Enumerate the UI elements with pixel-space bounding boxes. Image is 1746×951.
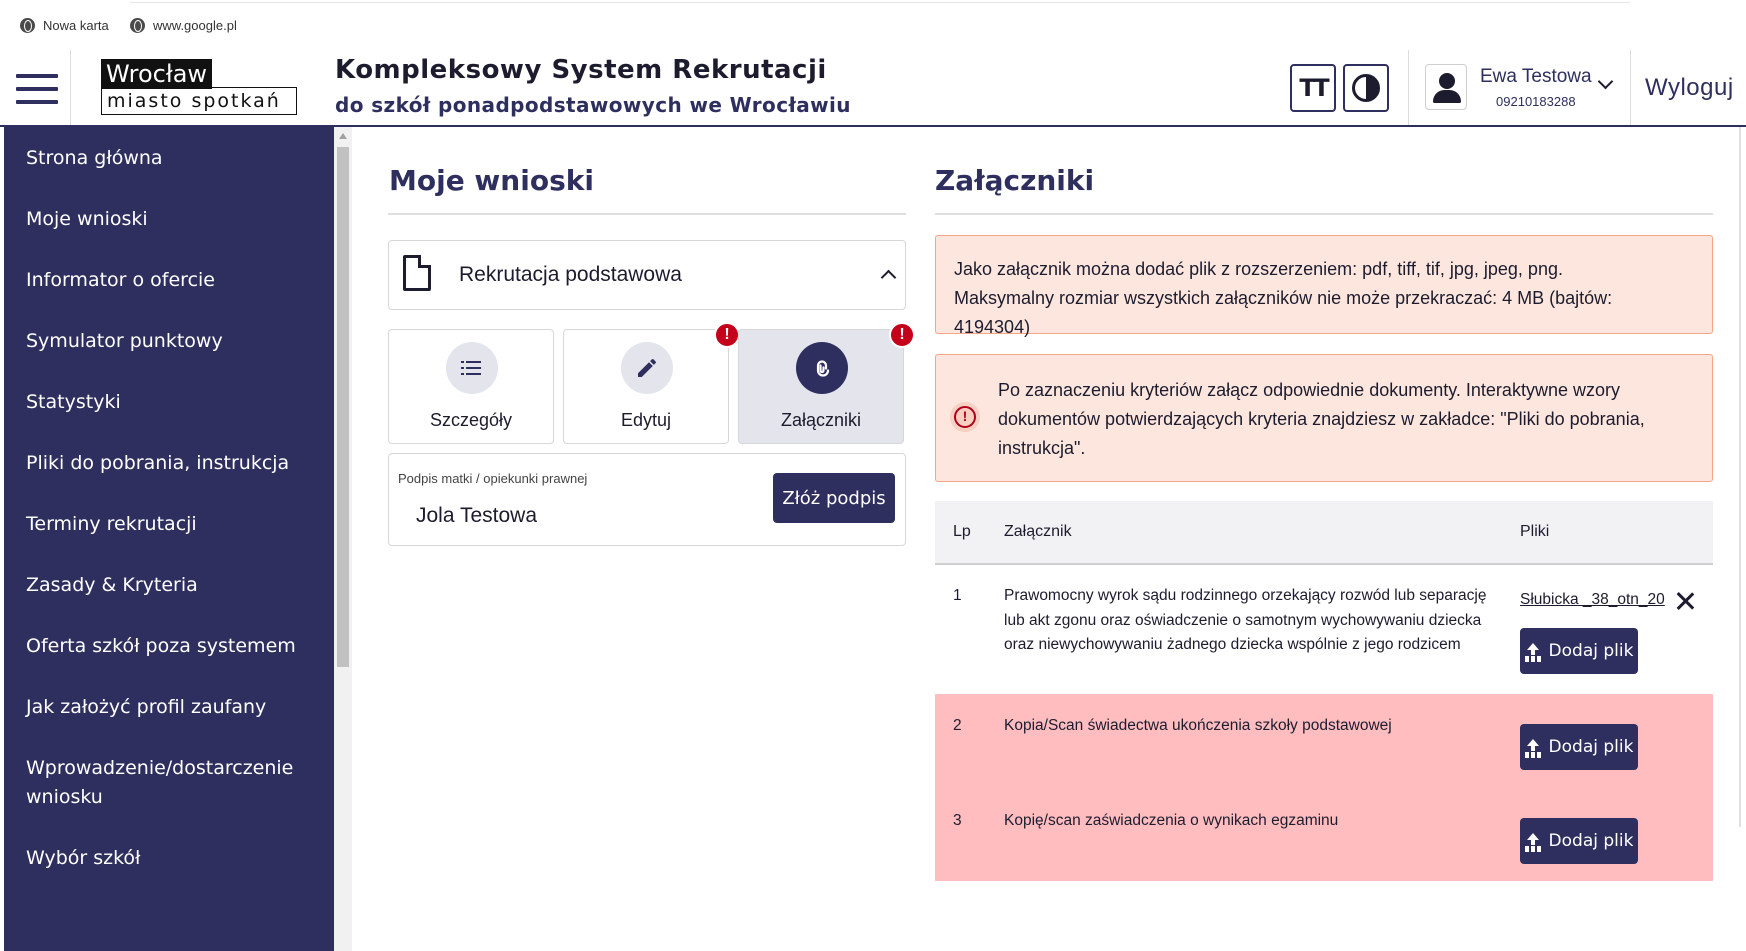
font-size-button[interactable]: TT <box>1290 64 1336 112</box>
upload-icon <box>1525 739 1541 755</box>
row-attachment-name: Kopię/scan zaświadczenia o wynikach egza… <box>1004 812 1339 829</box>
sidebar-item-downloads[interactable]: Pliki do pobrania, instrukcja <box>26 449 316 478</box>
app-subtitle: do szkół ponadpodstawowych we Wrocławiu <box>335 93 851 117</box>
row-attachment-name: Kopia/Scan świadectwa ukończenia szkoły … <box>1004 717 1392 734</box>
warning-notice: ! Po zaznaczeniu kryteriów załącz odpowi… <box>935 354 1713 482</box>
page-scroll-edge <box>1739 127 1741 827</box>
pencil-icon <box>638 358 656 377</box>
user-name: Ewa Testowa <box>1480 66 1592 87</box>
sidebar-item-trusted-profile[interactable]: Jak założyć profil zaufany <box>26 693 316 722</box>
bookmark-new-tab[interactable]: Nowa karta <box>20 18 109 33</box>
column-files: Pliki <box>1520 523 1550 540</box>
avatar[interactable] <box>1425 64 1467 110</box>
sidebar-item-my-applications[interactable]: Moje wnioski <box>26 205 316 234</box>
bookmark-google[interactable]: www.google.pl <box>130 18 237 33</box>
user-icon <box>1439 73 1455 89</box>
sidebar-item-rules[interactable]: Zasady & Kryteria <box>26 571 316 600</box>
globe-icon <box>130 18 145 33</box>
font-size-icon: TT <box>1299 74 1329 102</box>
tile-label: Załączniki <box>780 410 862 430</box>
logo-text-primary: Wrocław <box>101 59 213 89</box>
column-attachment: Załącznik <box>1004 523 1072 540</box>
row-lp: 2 <box>953 717 962 734</box>
edit-tile[interactable]: Edytuj ! <box>563 322 740 444</box>
close-icon[interactable] <box>1674 590 1696 612</box>
user-number: 09210183288 <box>1496 94 1576 109</box>
sidebar-nav: Strona główna Moje wnioski Informator o … <box>4 127 334 951</box>
bookmark-label: Nowa karta <box>43 18 109 33</box>
table-row: 2 Kopia/Scan świadectwa ukończenia szkoł… <box>935 694 1713 788</box>
table-row: 3 Kopię/scan zaświadczenia o wynikach eg… <box>935 788 1713 881</box>
scroll-up-icon[interactable] <box>339 133 347 139</box>
header-divider <box>70 50 71 125</box>
app-title: Kompleksowy System Rekrutacji <box>335 55 827 85</box>
app-title-block: Kompleksowy System Rekrutacji do szkół p… <box>335 55 851 117</box>
signature-value: Jola Testowa <box>416 504 538 527</box>
row-attachment-name: Prawomocny wyrok sądu rodzinnego orzekaj… <box>1004 587 1487 653</box>
logo-text-secondary: miasto spotkań <box>101 87 297 115</box>
sidebar-item-statistics[interactable]: Statystyki <box>26 388 316 417</box>
app-header: Wrocław miasto spotkań Kompleksowy Syste… <box>0 50 1746 127</box>
bookmark-label: www.google.pl <box>153 18 237 33</box>
chevron-down-icon[interactable] <box>1597 73 1614 90</box>
accordion-label: Rekrutacja podstawowa <box>459 263 682 286</box>
sidebar-item-schedule[interactable]: Terminy rekrutacji <box>26 510 316 539</box>
sidebar-item-school-choice[interactable]: Wybór szkół <box>26 844 316 873</box>
info-notice: Jako załącznik można dodać plik z rozsze… <box>935 235 1713 337</box>
add-file-button[interactable]: Dodaj plik <box>1520 818 1638 864</box>
menu-icon[interactable] <box>16 72 58 106</box>
browser-divider <box>130 2 1630 3</box>
paperclip-icon <box>816 360 830 377</box>
details-tile[interactable]: Szczegóły <box>388 329 554 444</box>
tile-label: Szczegóły <box>429 410 513 430</box>
globe-icon <box>20 18 35 33</box>
section-divider <box>388 213 906 215</box>
row-lp: 3 <box>953 812 962 829</box>
applications-title: Moje wnioski <box>389 164 594 197</box>
header-divider <box>1408 50 1409 125</box>
sidebar-item-submission[interactable]: Wprowadzenie/dostarczenie wniosku <box>26 754 316 812</box>
logout-button[interactable]: Wyloguj <box>1645 74 1734 102</box>
attachments-title: Załączniki <box>935 164 1095 197</box>
contrast-button[interactable] <box>1343 64 1389 112</box>
row-lp: 1 <box>953 587 962 604</box>
signature-box: Podpis matki / opiekunki prawnej Jola Te… <box>388 453 906 546</box>
chevron-up-icon <box>880 269 897 286</box>
section-divider <box>935 213 1713 215</box>
application-accordion[interactable]: Rekrutacja podstawowa <box>388 240 906 310</box>
sign-button[interactable]: Złóż podpis <box>773 473 895 523</box>
attachments-table-header: Lp Załącznik Pliki <box>935 501 1713 565</box>
sidebar-item-offer-info[interactable]: Informator o ofercie <box>26 266 316 295</box>
file-link[interactable]: Słubicka _38_otn_20 <box>1520 588 1665 613</box>
attachments-tile[interactable]: Załączniki ! <box>738 322 915 444</box>
upload-icon <box>1525 643 1541 659</box>
add-file-button[interactable]: Dodaj plik <box>1520 628 1638 674</box>
browser-bookmarks-bar: Nowa karta www.google.pl <box>0 0 1746 50</box>
signature-label: Podpis matki / opiekunki prawnej <box>398 471 588 486</box>
sidebar-item-home[interactable]: Strona główna <box>26 144 316 173</box>
header-divider <box>1630 50 1631 125</box>
contrast-icon <box>1352 74 1380 102</box>
add-file-button[interactable]: Dodaj plik <box>1520 724 1638 770</box>
alert-badge-icon: ! <box>889 322 915 348</box>
warning-text: Po zaznaczeniu kryteriów załącz odpowied… <box>998 380 1645 458</box>
alert-badge-icon: ! <box>714 322 740 348</box>
scroll-thumb[interactable] <box>337 147 349 667</box>
user-menu[interactable]: Ewa Testowa 09210183288 <box>1480 66 1592 109</box>
upload-icon <box>1525 833 1541 849</box>
tile-label: Edytuj <box>620 410 672 430</box>
document-icon <box>403 255 431 291</box>
table-row: 1 Prawomocny wyrok sądu rodzinnego orzek… <box>935 580 1713 694</box>
column-lp: Lp <box>953 523 971 540</box>
list-icon <box>461 361 481 375</box>
sidebar-scrollbar[interactable] <box>334 127 352 951</box>
sidebar-item-other-schools[interactable]: Oferta szkół poza systemem <box>26 632 316 661</box>
wroclaw-logo[interactable]: Wrocław miasto spotkań <box>101 59 297 117</box>
warning-icon: ! <box>950 402 980 432</box>
sidebar-item-points-simulator[interactable]: Symulator punktowy <box>26 327 316 356</box>
